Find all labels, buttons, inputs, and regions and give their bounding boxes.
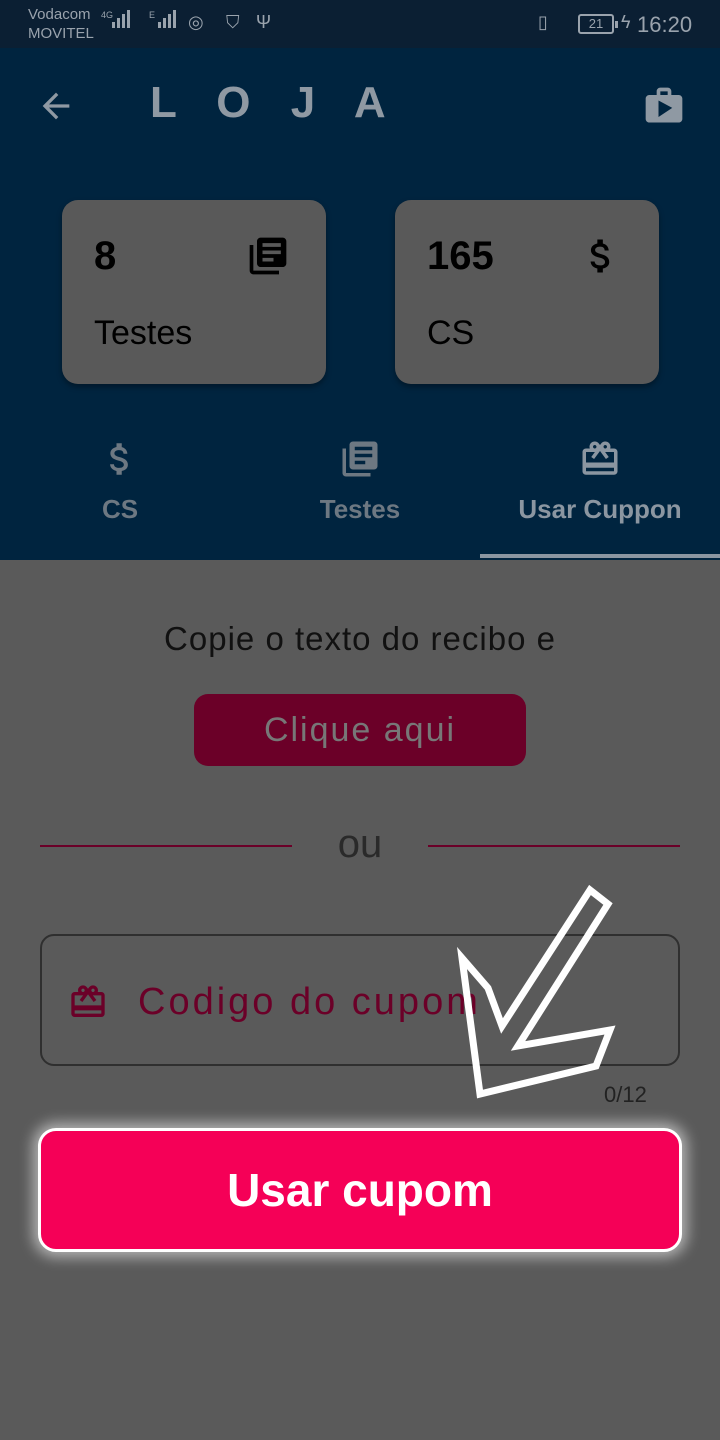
dollar-icon — [590, 239, 610, 273]
tab-cs-label: CS — [101, 494, 139, 524]
battery-icon: 21 — [578, 14, 618, 34]
shopping-bag-icon[interactable] — [642, 84, 686, 128]
instruction-text: Copie o texto do recibo e — [164, 620, 556, 657]
signal-icon-2 — [158, 10, 176, 28]
hotspot-icon: ◎ — [188, 12, 204, 32]
cs-card: 165 CS — [395, 200, 659, 384]
card-giftcard-icon — [582, 441, 618, 475]
arrow-left-icon[interactable] — [36, 86, 76, 126]
divider-right — [428, 845, 680, 847]
carrier-2: MOVITEL — [28, 25, 94, 42]
coupon-input[interactable] — [138, 972, 658, 1032]
usb-icon: Ψ — [256, 12, 272, 32]
charging-icon: ϟ — [621, 12, 631, 32]
signal-icon-1 — [112, 10, 130, 28]
tab-usar-cuppon-label: Usar Cuppon — [518, 494, 682, 524]
clock: 16:20 — [637, 12, 693, 37]
tests-label: Testes — [94, 314, 193, 352]
status-bar: Vodacom MOVITEL 4G E ◎ ⛉ Ψ ▯ 21 ϟ 16:20 — [0, 0, 720, 48]
dollar-icon — [110, 443, 128, 475]
shield-icon: ⛉ — [226, 12, 240, 32]
page-title: L O J A — [150, 78, 400, 127]
click-here-button[interactable]: Clique aqui — [194, 694, 526, 766]
carrier-1: Vodacom — [28, 6, 91, 23]
use-coupon-button[interactable]: Usar cupom — [38, 1128, 682, 1252]
library-books-icon — [249, 237, 287, 275]
cs-amount: 165 — [427, 234, 494, 278]
app-header: L O J A 8 Testes 165 CS CS Testes Usar C… — [0, 48, 720, 560]
char-counter: 0/12 — [604, 1082, 647, 1107]
tab-indicator — [480, 554, 720, 558]
card-giftcard-icon — [71, 985, 105, 1017]
tests-card: 8 Testes — [62, 200, 326, 384]
cs-label: CS — [427, 314, 475, 352]
library-books-icon — [342, 441, 378, 477]
tab-usar-cuppon[interactable]: Usar Cuppon — [480, 430, 720, 560]
tab-testes-label: Testes — [319, 494, 401, 524]
coupon-field[interactable] — [40, 934, 680, 1066]
vibrate-icon: ▯ — [538, 12, 548, 32]
tab-testes[interactable]: Testes — [240, 430, 480, 560]
tests-count: 8 — [94, 234, 117, 278]
carrier-info: Vodacom MOVITEL — [28, 5, 94, 43]
network-type-2: E — [149, 10, 156, 20]
tab-cs[interactable]: CS — [0, 430, 240, 560]
